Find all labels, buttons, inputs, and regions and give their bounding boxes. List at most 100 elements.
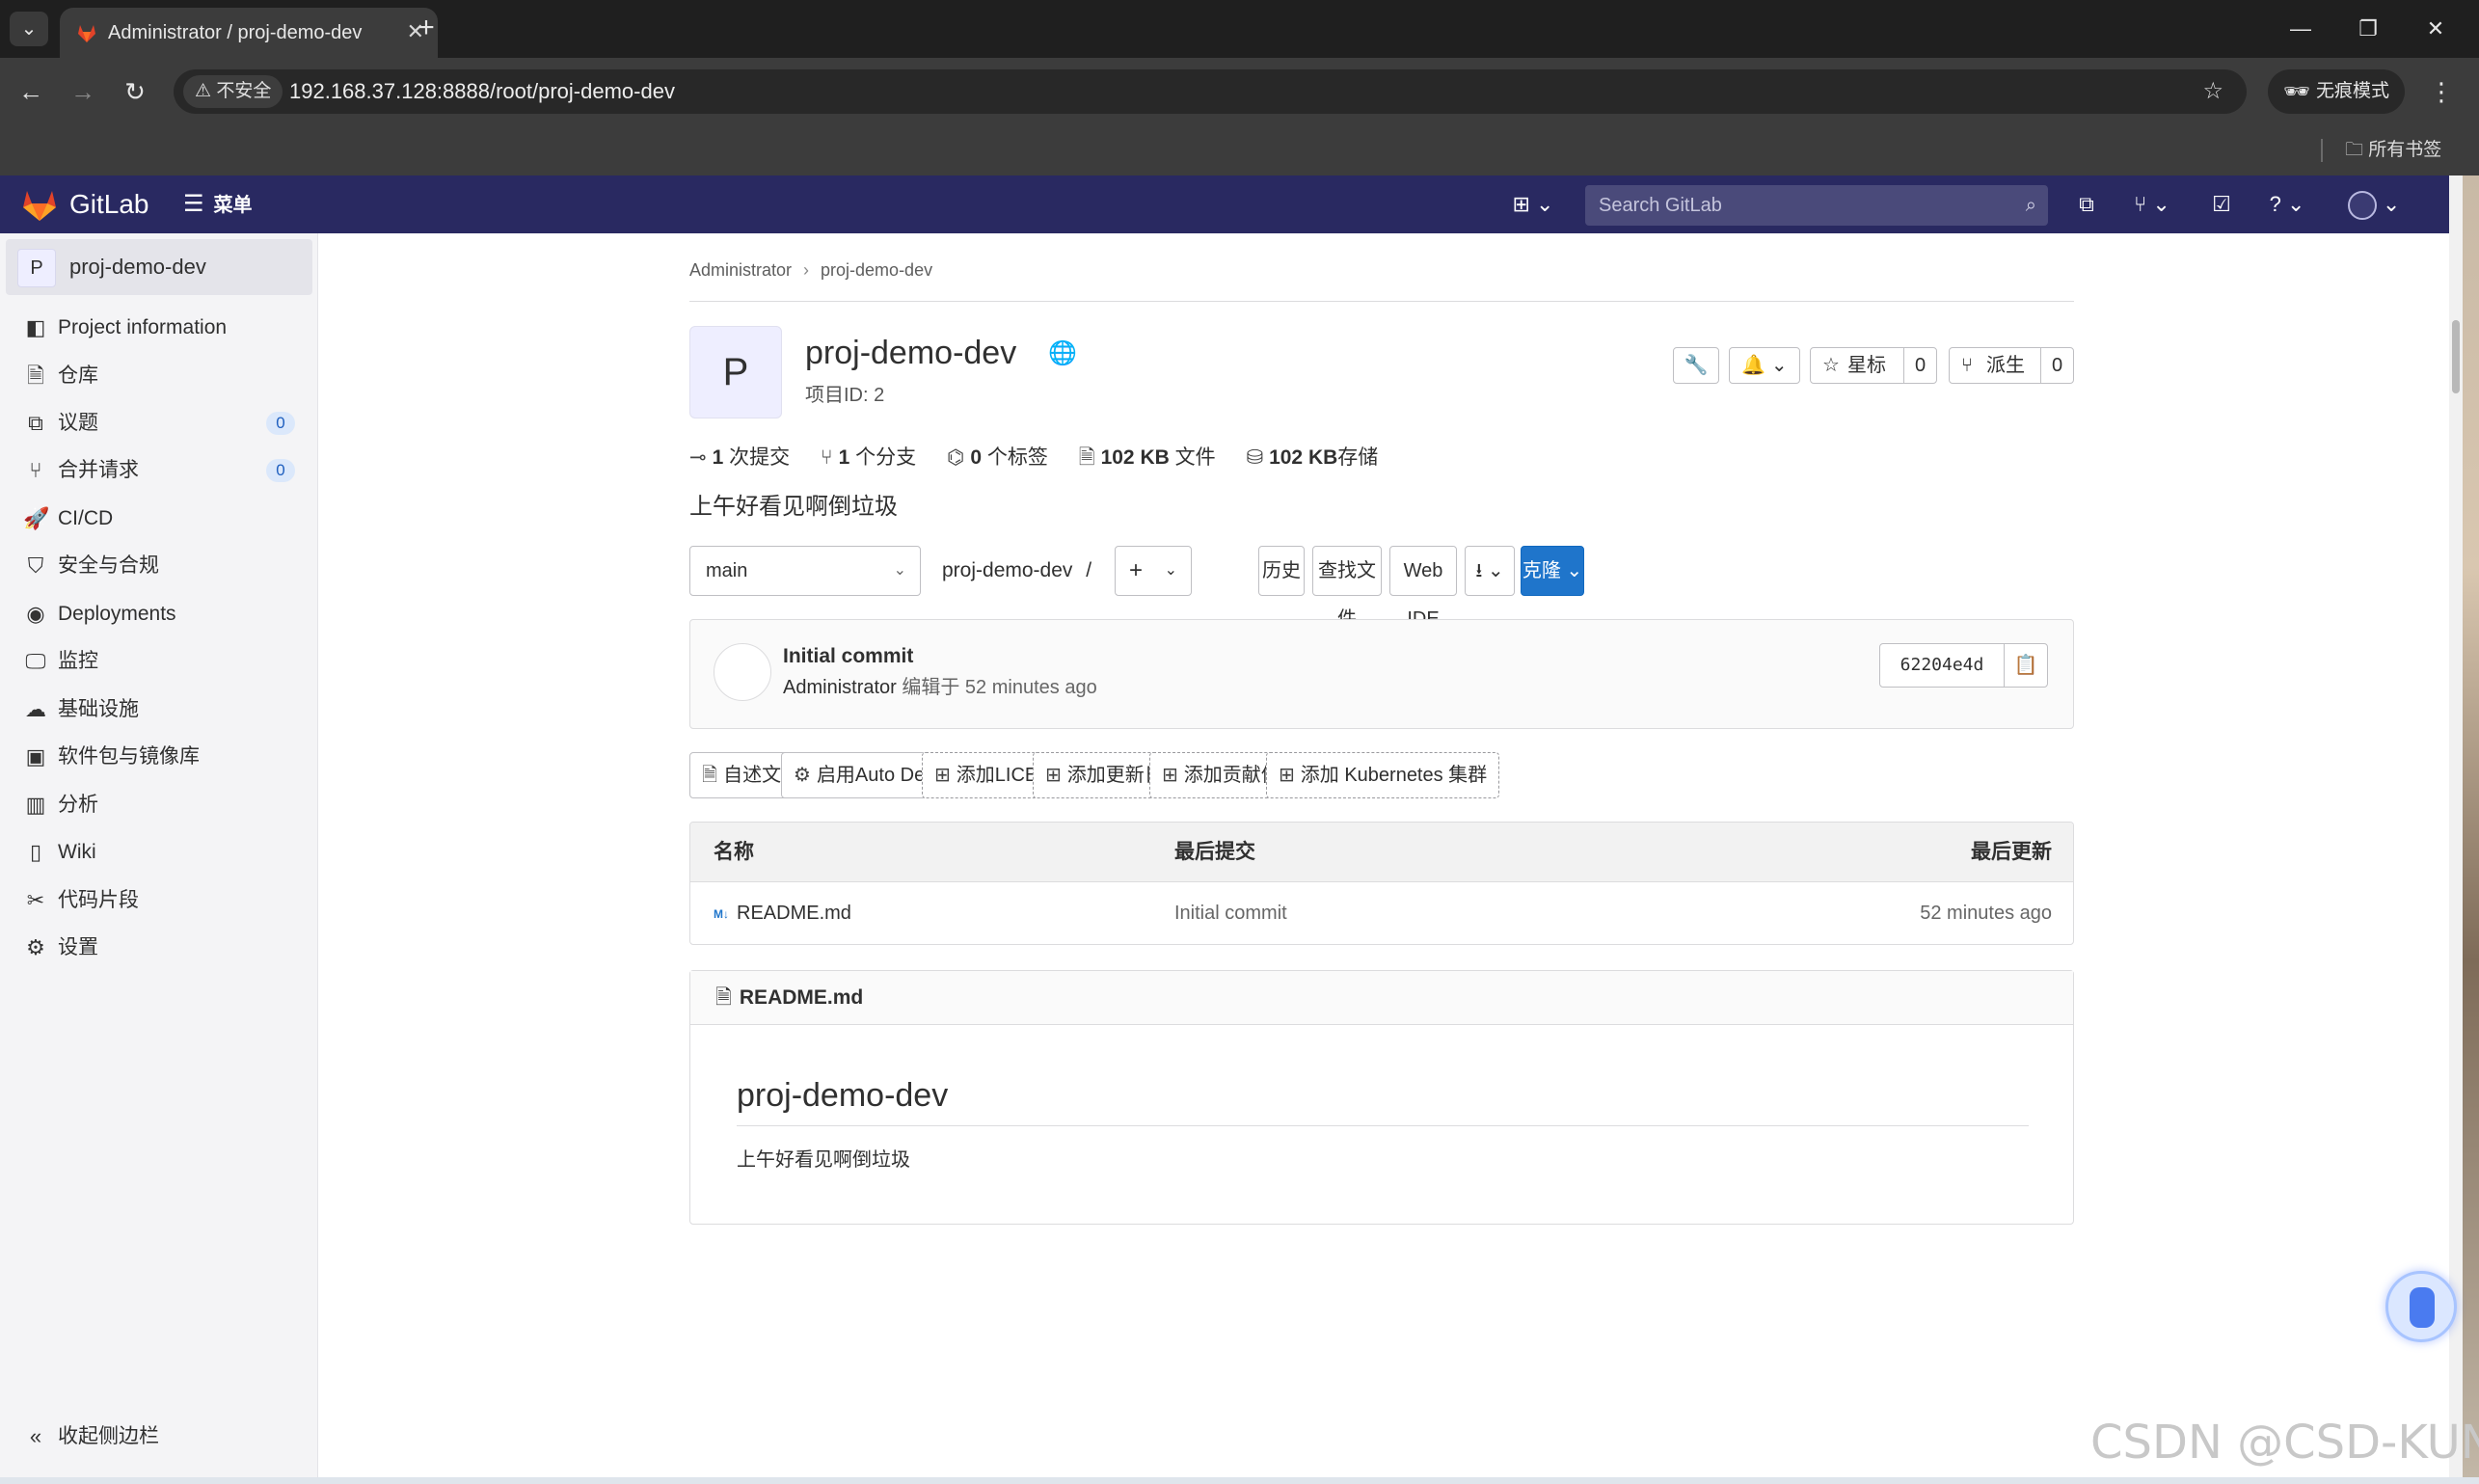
tab-search-chevron-icon[interactable]: ⌄ xyxy=(10,12,48,46)
star-icon: ☆ xyxy=(1822,355,1840,376)
minimize-icon[interactable]: — xyxy=(2272,10,2330,48)
search-input[interactable]: Search GitLab ⌕ xyxy=(1585,185,2048,226)
issues-icon: ⧉ xyxy=(28,411,43,435)
collapse-sidebar-button[interactable]: « 收起侧边栏 xyxy=(0,1414,318,1460)
todos-check-icon[interactable]: ☑ xyxy=(2204,187,2239,222)
sidebar-item-packages[interactable]: ▣ 软件包与镜像库 xyxy=(0,734,318,780)
breadcrumb: Administrator › proj-demo-dev xyxy=(689,255,932,285)
clone-dropdown-button[interactable]: 克隆 ⌄ xyxy=(1521,546,1584,596)
incognito-badge[interactable]: 🕶 无痕模式 xyxy=(2268,69,2405,114)
info-icon: ◧ xyxy=(25,315,46,339)
sidebar-project-header[interactable]: P proj-demo-dev xyxy=(6,239,312,295)
commit-sha-link[interactable]: 62204e4d xyxy=(1879,643,2005,688)
sidebar-item-snippets[interactable]: ✂ 代码片段 xyxy=(0,877,318,924)
chevron-down-icon: ⌄ xyxy=(1164,562,1177,579)
repo-path-root[interactable]: proj-demo-dev xyxy=(942,559,1072,581)
tag-icon: ⌬ xyxy=(946,446,965,469)
sidebar-item-project-information[interactable]: ◧ Project information xyxy=(0,305,318,351)
commits-count: 1 xyxy=(712,446,724,469)
add-to-tree-dropdown[interactable]: + ⌄ xyxy=(1115,546,1192,596)
find-file-button[interactable]: 查找文件 xyxy=(1312,546,1382,630)
file-link-readme[interactable]: M↓ README.md xyxy=(714,882,851,944)
plus-square-icon: ⊞ xyxy=(1045,765,1062,786)
commits-stat[interactable]: ⊸ 1 次提交 xyxy=(689,442,790,474)
sidebar-item-analytics[interactable]: ▥ 分析 xyxy=(0,782,318,828)
repository-icon: 🗎 xyxy=(27,364,44,388)
all-bookmarks-button[interactable]: 🗀 所有书签 xyxy=(2345,135,2441,166)
gitlab-brand[interactable]: GitLab xyxy=(69,175,149,233)
add-kubernetes-quick-button[interactable]: ⊞ 添加 Kubernetes 集群 xyxy=(1266,752,1500,798)
commit-author-link[interactable]: Administrator xyxy=(783,677,897,698)
fork-count[interactable]: 0 xyxy=(2040,348,2073,383)
url-text[interactable]: 192.168.37.128:8888/root/proj-demo-dev xyxy=(289,69,675,114)
branches-stat[interactable]: ⑂ 1 个分支 xyxy=(821,442,916,474)
rocket-icon: 🚀 xyxy=(23,506,50,530)
user-avatar-menu[interactable]: ⌄ xyxy=(2341,187,2407,222)
forward-arrow-icon[interactable]: → xyxy=(66,74,100,109)
bookmark-star-icon[interactable]: ☆ xyxy=(2202,75,2223,108)
tags-stat[interactable]: ⌬ 0 个标签 xyxy=(947,442,1048,474)
merge-requests-nav-icon[interactable]: ⑂ ⌄ xyxy=(2123,187,2181,222)
scrollbar-thumb[interactable] xyxy=(2452,320,2460,393)
wrench-icon: 🔧 xyxy=(1684,355,1709,376)
notification-bell-dropdown[interactable]: 🔔 ⌄ xyxy=(1729,347,1800,384)
branches-count: 1 xyxy=(838,446,850,469)
merge-request-icon: ⑂ xyxy=(29,458,42,482)
commit-time: 编辑于 52 minutes ago xyxy=(902,677,1097,698)
issues-nav-icon[interactable]: ⧉ xyxy=(2069,187,2104,222)
shield-icon: ⛉ xyxy=(27,553,44,578)
history-button[interactable]: 历史 xyxy=(1258,546,1305,596)
page-scrollbar[interactable] xyxy=(2449,175,2463,1477)
address-bar[interactable]: ⚠ 不安全 192.168.37.128:8888/root/proj-demo… xyxy=(174,69,2247,114)
breadcrumb-link-admin[interactable]: Administrator xyxy=(689,260,792,280)
create-new-plus-icon[interactable]: ⊞ ⌄ xyxy=(1506,187,1560,222)
help-icon[interactable]: ? ⌄ xyxy=(2258,187,2316,222)
star-label: 星标 xyxy=(1847,355,1886,376)
files-stat[interactable]: 🗎 102 KB 文件 xyxy=(1079,442,1216,474)
file-last-commit-link[interactable]: Initial commit xyxy=(1174,882,1287,944)
fork-button[interactable]: ⑂ 派生 0 xyxy=(1949,347,2074,384)
sidebar-item-repository[interactable]: 🗎 仓库 xyxy=(0,353,318,399)
breadcrumb-link-project[interactable]: proj-demo-dev xyxy=(821,260,932,280)
restore-icon[interactable]: ❐ xyxy=(2339,10,2397,48)
file-icon: 🗎 xyxy=(702,765,718,786)
plus-icon: + xyxy=(1129,557,1144,583)
storage-stat[interactable]: ⛁ 102 KB存储 xyxy=(1246,442,1378,474)
browser-tab[interactable]: Administrator / proj-demo-dev ✕ xyxy=(60,8,438,58)
floating-assistant-ball[interactable] xyxy=(2385,1271,2457,1342)
sidebar-item-ci-cd[interactable]: 🚀 CI/CD xyxy=(0,496,318,542)
main-menu-button[interactable]: ☰ 菜单 xyxy=(183,175,253,234)
sidebar-item-merge-requests[interactable]: ⑂ 合并请求 0 xyxy=(0,447,318,494)
project-settings-wrench-button[interactable]: 🔧 xyxy=(1673,347,1719,384)
sidebar-item-infrastructure[interactable]: ☁ 基础设施 xyxy=(0,687,318,733)
security-indicator[interactable]: ⚠ 不安全 xyxy=(183,75,283,108)
merge-requests-count-badge: 0 xyxy=(266,459,295,482)
sidebar-item-wiki[interactable]: ▯ Wiki xyxy=(0,829,318,876)
storage-icon: ⛁ xyxy=(1246,446,1264,469)
gitlab-logo-icon[interactable] xyxy=(21,187,58,222)
sidebar-item-monitor[interactable]: 🖵 监控 xyxy=(0,638,318,685)
sidebar-item-settings[interactable]: ⚙ 设置 xyxy=(0,925,318,971)
file-name: README.md xyxy=(737,903,851,924)
sidebar-item-security[interactable]: ⛉ 安全与合规 xyxy=(0,543,318,589)
branch-selector[interactable]: main ⌄ xyxy=(689,546,921,596)
new-tab-button[interactable]: + xyxy=(409,12,444,46)
back-arrow-icon[interactable]: ← xyxy=(13,74,48,109)
sidebar-item-issues[interactable]: ⧉ 议题 0 xyxy=(0,400,318,446)
sidebar-item-deployments[interactable]: ◉ Deployments xyxy=(0,591,318,637)
reload-icon[interactable]: ↻ xyxy=(118,74,152,109)
copy-sha-clipboard-icon[interactable]: 📋 xyxy=(2004,643,2048,688)
download-dropdown[interactable]: ⭳ ⌄ xyxy=(1465,546,1515,596)
star-count[interactable]: 0 xyxy=(1903,348,1936,383)
plus-square-icon: ⊞ xyxy=(1279,765,1295,786)
commit-title-link[interactable]: Initial commit xyxy=(783,643,913,670)
commit-author-avatar[interactable] xyxy=(714,643,771,701)
browser-menu-kebab-icon[interactable]: ⋮ xyxy=(2424,74,2459,109)
download-icon: ⭳ ⌄ xyxy=(1475,560,1504,581)
web-ide-button[interactable]: Web IDE xyxy=(1389,546,1457,630)
branch-icon: ⑂ xyxy=(820,446,833,469)
readme-filename-link[interactable]: README.md xyxy=(740,986,863,1009)
column-header-name: 名称 xyxy=(714,841,754,863)
star-button[interactable]: ☆ 星标 0 xyxy=(1810,347,1937,384)
window-close-icon[interactable]: ✕ xyxy=(2407,10,2465,48)
